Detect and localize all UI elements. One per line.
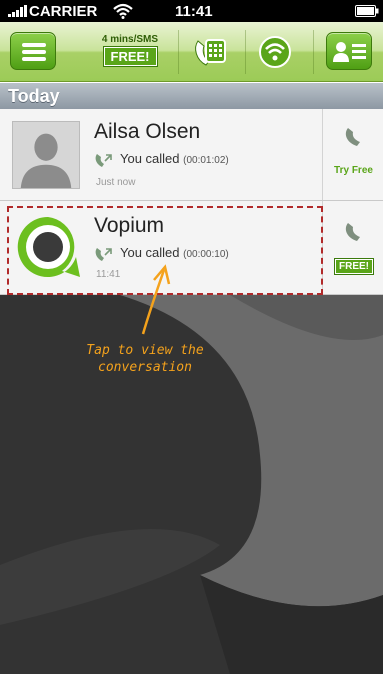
hint-line-2: conversation <box>98 360 192 375</box>
arrow-icon <box>141 264 171 335</box>
hint-line-1: Tap to view the <box>86 343 204 358</box>
hint-text: Tap to view the conversation <box>60 342 230 376</box>
